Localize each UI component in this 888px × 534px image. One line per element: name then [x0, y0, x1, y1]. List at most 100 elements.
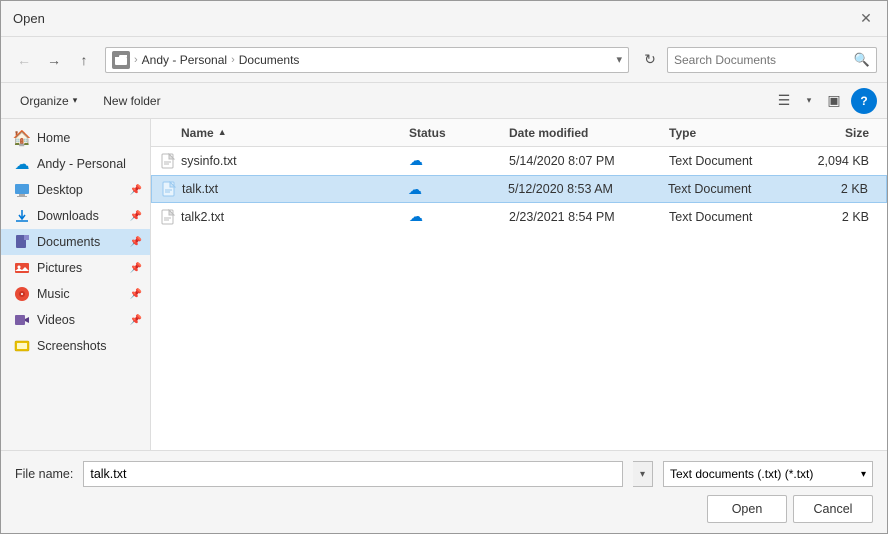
filetype-arrow: ▾: [861, 469, 866, 480]
file-name: talk2.txt: [181, 210, 409, 224]
table-row[interactable]: sysinfo.txt ☁ 5/14/2020 8:07 PM Text Doc…: [151, 147, 887, 175]
table-row[interactable]: talk2.txt ☁ 2/23/2021 8:54 PM Text Docum…: [151, 203, 887, 231]
pictures-pin-icon: 📌: [130, 263, 142, 274]
screenshots-icon: [13, 337, 31, 355]
downloads-icon: [13, 207, 31, 225]
downloads-pin-icon: 📌: [130, 211, 142, 222]
breadcrumb-dropdown-arrow[interactable]: ▾: [616, 53, 622, 66]
videos-icon: [13, 311, 31, 329]
title-bar: Open ✕: [1, 1, 887, 37]
sidebar-music-label: Music: [37, 287, 70, 301]
sidebar-item-desktop[interactable]: Desktop 📌: [1, 177, 150, 203]
col-header-date[interactable]: Date modified: [509, 126, 669, 140]
sort-arrow: ▲: [218, 127, 227, 137]
file-type: Text Document: [668, 182, 798, 196]
toolbar: Organize ▾ New folder ☰ ▾ ▣ ?: [1, 83, 887, 119]
cloud-sync-icon: ☁: [408, 181, 422, 198]
sidebar-downloads-label: Downloads: [37, 209, 99, 223]
sidebar: 🏠 Home ☁ Andy - Personal Desktop 📌: [1, 119, 151, 450]
file-type: Text Document: [669, 154, 799, 168]
cancel-button[interactable]: Cancel: [793, 495, 873, 523]
sidebar-item-home[interactable]: 🏠 Home: [1, 125, 150, 151]
col-header-status[interactable]: Status: [409, 126, 509, 140]
sidebar-pictures-label: Pictures: [37, 261, 82, 275]
search-box: 🔍: [667, 47, 877, 73]
filetype-wrapper: Text documents (.txt) (*.txt) ▾: [663, 461, 873, 487]
file-status: ☁: [409, 208, 509, 225]
cloud-sync-icon: ☁: [409, 152, 423, 169]
sidebar-andy-label: Andy - Personal: [37, 157, 126, 171]
view-list-button[interactable]: ☰: [771, 88, 797, 114]
open-button[interactable]: Open: [707, 495, 787, 523]
view-dropdown-button[interactable]: ▾: [801, 88, 817, 114]
file-date: 5/12/2020 8:53 AM: [508, 182, 668, 196]
videos-pin-icon: 📌: [130, 315, 142, 326]
file-name: talk.txt: [182, 182, 408, 196]
organize-button[interactable]: Organize ▾: [11, 90, 86, 112]
breadcrumb-part1: Andy - Personal: [142, 53, 227, 67]
music-icon: [13, 285, 31, 303]
open-dialog: Open ✕ ← → ↑ › Andy - Personal › Documen…: [0, 0, 888, 534]
pictures-icon: [13, 259, 31, 277]
back-button[interactable]: ←: [11, 47, 37, 73]
cloud-sync-icon: ☁: [409, 208, 423, 225]
breadcrumb-sep1: ›: [134, 54, 138, 66]
desktop-pin-icon: 📌: [130, 185, 142, 196]
up-button[interactable]: ↑: [71, 47, 97, 73]
cloud-drive-icon: ☁: [13, 155, 31, 173]
table-row[interactable]: talk.txt ☁ 5/12/2020 8:53 AM Text Docume…: [151, 175, 887, 203]
sidebar-item-downloads[interactable]: Downloads 📌: [1, 203, 150, 229]
sidebar-item-music[interactable]: Music 📌: [1, 281, 150, 307]
sidebar-home-label: Home: [37, 131, 70, 145]
details-pane-button[interactable]: ▣: [821, 88, 847, 114]
footer: File name: ▾ Text documents (.txt) (*.tx…: [1, 450, 887, 533]
home-icon: 🏠: [13, 129, 31, 147]
filetype-label: Text documents (.txt) (*.txt): [670, 467, 813, 481]
music-pin-icon: 📌: [130, 289, 142, 300]
nav-bar: ← → ↑ › Andy - Personal › Documents ▾ ↻ …: [1, 37, 887, 83]
close-button[interactable]: ✕: [857, 10, 875, 28]
sidebar-documents-label: Documents: [37, 235, 100, 249]
refresh-button[interactable]: ↻: [637, 47, 663, 73]
file-list: sysinfo.txt ☁ 5/14/2020 8:07 PM Text Doc…: [151, 147, 887, 450]
col-header-size[interactable]: Size: [799, 126, 879, 140]
file-status: ☁: [408, 181, 508, 198]
search-input[interactable]: [674, 53, 854, 67]
documents-pin-icon: 📌: [130, 237, 142, 248]
new-folder-button[interactable]: New folder: [94, 90, 169, 112]
file-name-label: File name:: [15, 467, 73, 481]
documents-icon: [13, 233, 31, 251]
file-size: 2,094 KB: [799, 154, 879, 168]
desktop-icon: [13, 181, 31, 199]
sidebar-item-pictures[interactable]: Pictures 📌: [1, 255, 150, 281]
organize-dropdown-arrow: ▾: [73, 95, 78, 106]
file-icon: [159, 208, 177, 226]
breadcrumb-bar[interactable]: › Andy - Personal › Documents ▾: [105, 47, 629, 73]
search-icon[interactable]: 🔍: [854, 52, 870, 68]
sidebar-item-screenshots[interactable]: Screenshots: [1, 333, 150, 359]
col-name-label: Name: [181, 126, 214, 140]
file-list-header: Name ▲ Status Date modified Type Size: [151, 119, 887, 147]
breadcrumb-folder-icon: [112, 51, 130, 69]
sidebar-item-documents[interactable]: Documents 📌: [1, 229, 150, 255]
sidebar-item-videos[interactable]: Videos 📌: [1, 307, 150, 333]
sidebar-item-andy-personal[interactable]: ☁ Andy - Personal: [1, 151, 150, 177]
file-size: 2 KB: [799, 210, 879, 224]
sidebar-desktop-label: Desktop: [37, 183, 83, 197]
col-header-name[interactable]: Name ▲: [159, 126, 409, 140]
breadcrumb-sep2: ›: [231, 54, 235, 66]
file-date: 2/23/2021 8:54 PM: [509, 210, 669, 224]
col-header-type[interactable]: Type: [669, 126, 799, 140]
file-status: ☁: [409, 152, 509, 169]
filename-dropdown-button[interactable]: ▾: [633, 461, 653, 487]
forward-button[interactable]: →: [41, 47, 67, 73]
toolbar-right: ☰ ▾ ▣ ?: [771, 88, 877, 114]
footer-buttons-row: Open Cancel: [15, 495, 873, 523]
sidebar-screenshots-label: Screenshots: [37, 339, 106, 353]
file-area: Name ▲ Status Date modified Type Size: [151, 119, 887, 450]
file-type: Text Document: [669, 210, 799, 224]
filename-input[interactable]: [83, 461, 623, 487]
help-button[interactable]: ?: [851, 88, 877, 114]
filetype-dropdown[interactable]: Text documents (.txt) (*.txt) ▾: [663, 461, 873, 487]
file-icon: [159, 152, 177, 170]
